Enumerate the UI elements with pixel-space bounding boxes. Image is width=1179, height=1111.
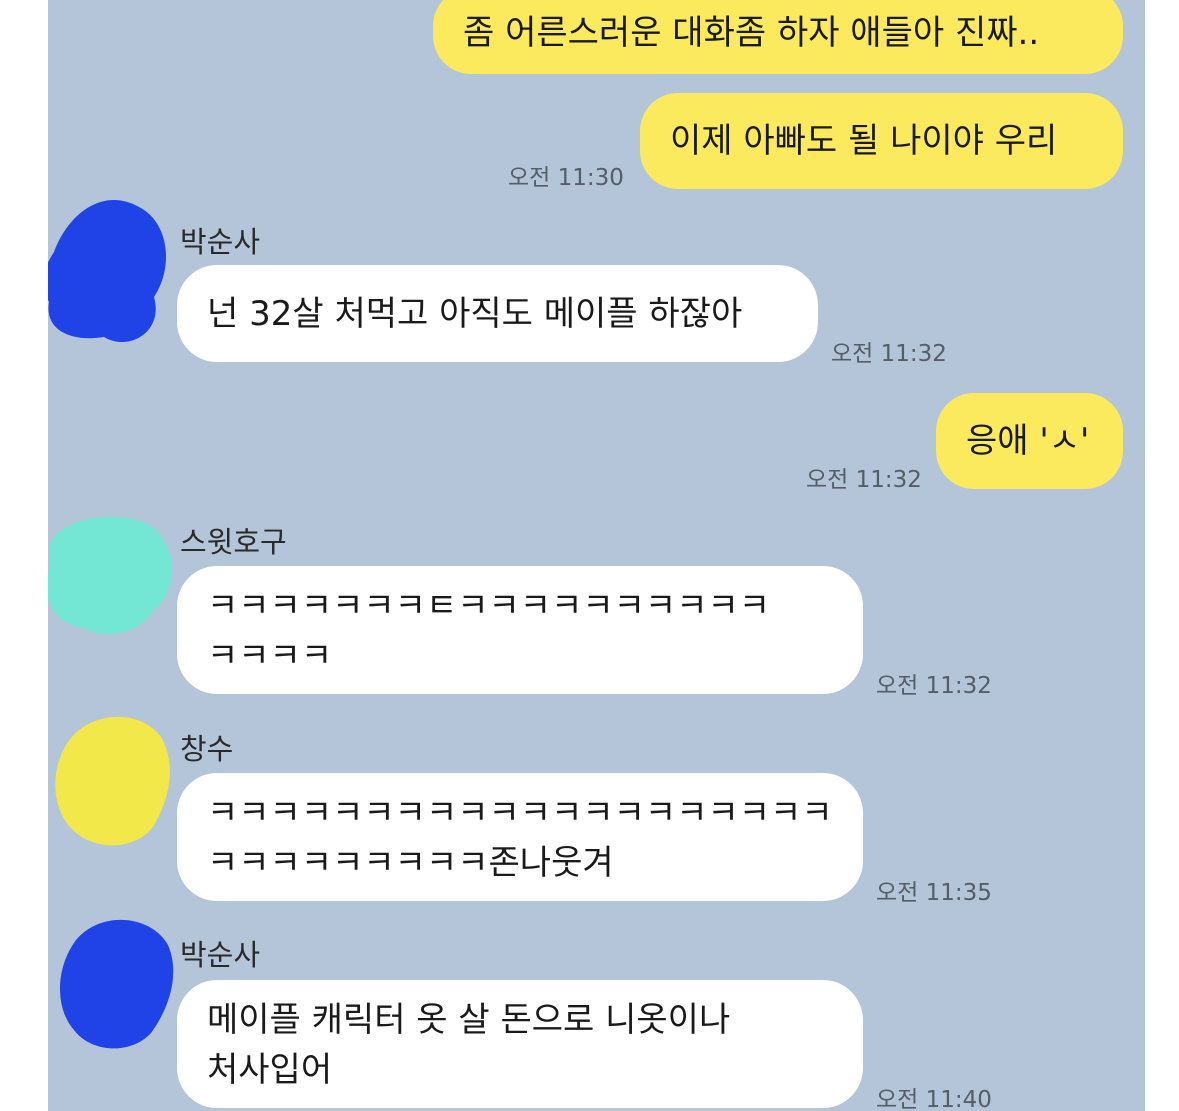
avatar-blob — [55, 716, 170, 846]
avatar[interactable] — [48, 192, 174, 352]
sender-name: 창수 — [180, 732, 234, 766]
sender-name: 박순사 — [180, 225, 261, 259]
avatar[interactable] — [53, 712, 173, 852]
message-bubble-sent[interactable]: 좀 어른스러운 대화좀 하자 애들아 진짜.. — [433, 0, 1123, 74]
message-bubble-received[interactable]: 넌 32살 처먹고 아직도 메이플 하잖아 — [177, 265, 818, 362]
message-timestamp: 오전 11:32 — [806, 467, 922, 493]
message-bubble-received[interactable]: ㅋㅋㅋㅋㅋㅋㅋㅋㅋㅋㅋㅋㅋㅋㅋㅋㅋㅋㅋㅋ ㅋㅋㅋㅋㅋㅋㅋㅋㅋ존나웃겨 — [177, 773, 863, 901]
message-timestamp: 오전 11:30 — [508, 165, 624, 191]
message-bubble-sent[interactable]: 이제 아빠도 될 나이야 우리 — [640, 93, 1123, 189]
message-timestamp: 오전 11:32 — [831, 341, 947, 367]
chat-room[interactable]: 좀 어른스러운 대화좀 하자 애들아 진짜.. 이제 아빠도 될 나이야 우리 … — [48, 0, 1145, 1111]
avatar-blob — [48, 199, 166, 342]
avatar[interactable] — [56, 915, 176, 1055]
message-timestamp: 오전 11:32 — [876, 673, 992, 699]
message-timestamp: 오전 11:40 — [876, 1087, 992, 1111]
sender-name: 스윗호구 — [180, 525, 287, 559]
sender-name: 박순사 — [180, 938, 261, 972]
avatar-blob — [60, 919, 174, 1049]
message-timestamp: 오전 11:35 — [876, 880, 992, 906]
message-bubble-sent[interactable]: 응애 'ㅅ' — [936, 393, 1123, 489]
message-bubble-received[interactable]: ㅋㅋㅋㅋㅋㅋㅋㅌㅋㅋㅋㅋㅋㅋㅋㅋㅋㅋ ㅋㅋㅋㅋ — [177, 566, 863, 694]
message-bubble-received[interactable]: 메이플 캐릭터 옷 살 돈으로 니옷이나 처사입어 — [177, 980, 863, 1108]
avatar[interactable] — [48, 510, 179, 645]
avatar-blob — [48, 516, 173, 635]
